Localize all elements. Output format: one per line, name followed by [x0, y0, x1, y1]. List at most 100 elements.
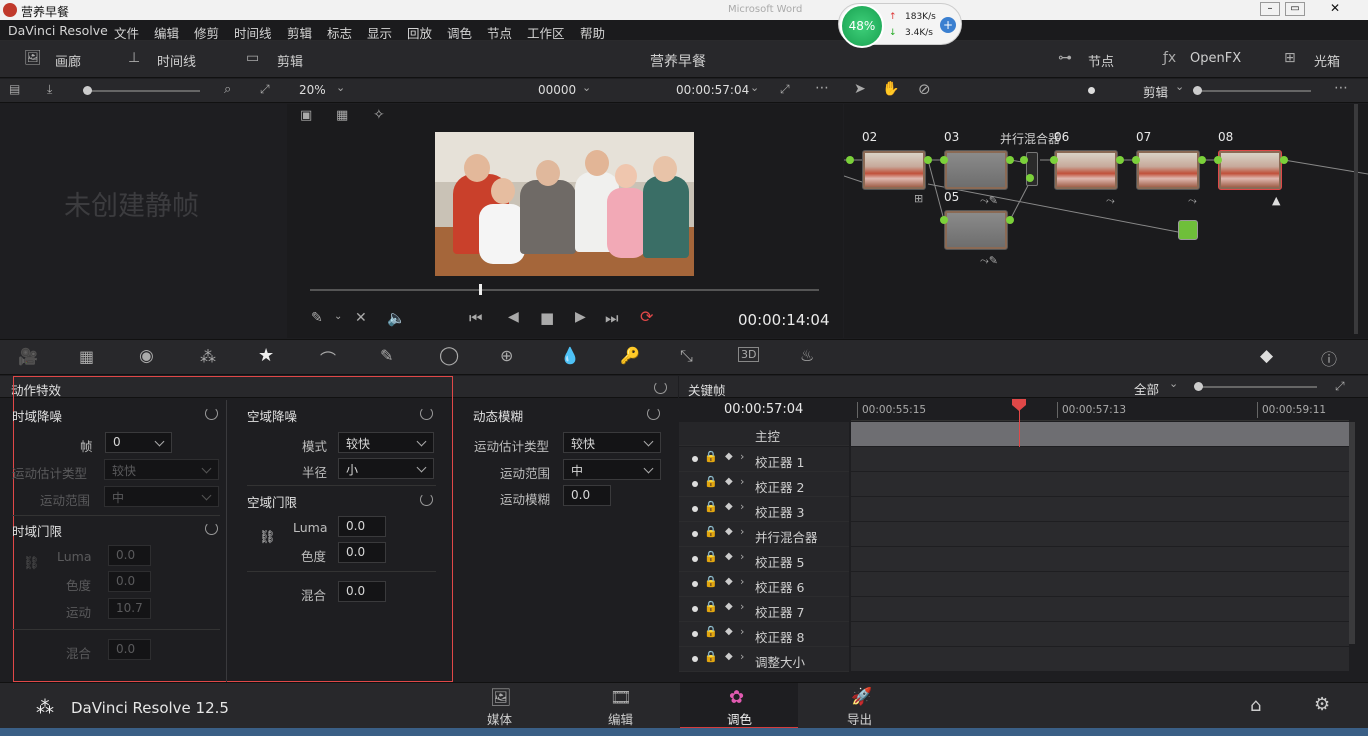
- expand-chevron-icon[interactable]: ›: [740, 650, 744, 663]
- maximize-button[interactable]: ▭: [1285, 2, 1305, 16]
- menu-color[interactable]: 调色: [447, 23, 472, 42]
- menu-clip[interactable]: 剪辑: [287, 23, 312, 42]
- diamond-tools-icon[interactable]: ◆: [1260, 346, 1273, 366]
- sizing-icon[interactable]: ⤡: [680, 346, 693, 366]
- keyframe-track-label[interactable]: 🔒 ◆ › 校正器 8: [679, 622, 849, 647]
- temporal-threshold-reset-icon[interactable]: [205, 522, 218, 535]
- stop-icon[interactable]: ■: [540, 309, 554, 327]
- motion-blur-input[interactable]: 0.0: [563, 485, 611, 506]
- edit-icon[interactable]: 🎞: [610, 688, 632, 708]
- lock-icon[interactable]: 🔒: [704, 650, 718, 663]
- node-editor-scrollbar[interactable]: [1354, 104, 1358, 334]
- menu-timeline[interactable]: 时间线: [234, 23, 272, 42]
- track-enable-dot-icon[interactable]: [692, 531, 698, 537]
- scrubber-track[interactable]: [310, 289, 819, 291]
- deliver-icon[interactable]: 🚀: [851, 687, 872, 707]
- keyframe-filter-select[interactable]: 全部: [1134, 379, 1159, 398]
- home-icon[interactable]: ⌂: [1250, 695, 1261, 716]
- keyframe-track[interactable]: [851, 547, 1349, 572]
- key-icon[interactable]: 🔑: [620, 346, 640, 365]
- keyframe-zoom-slider[interactable]: [1197, 386, 1317, 388]
- track-enable-dot-icon[interactable]: [692, 481, 698, 487]
- expand-chevron-icon[interactable]: ›: [740, 600, 744, 613]
- lock-icon[interactable]: 🔒: [704, 450, 718, 463]
- rgb-mixer-icon[interactable]: ⁂: [200, 347, 216, 366]
- track-enable-dot-icon[interactable]: [692, 606, 698, 612]
- eyedropper-chevron-down-icon[interactable]: ⌄: [334, 311, 342, 322]
- temporal-chroma-input[interactable]: 0.0: [108, 571, 151, 592]
- lightbox-icon[interactable]: ⊞: [1284, 50, 1296, 66]
- camera-raw-icon[interactable]: 🎥: [18, 347, 38, 366]
- filter-chevron-down-icon[interactable]: ⌄: [1169, 377, 1178, 390]
- lock-icon[interactable]: 🔒: [704, 475, 718, 488]
- viewer-more-icon[interactable]: ⋯: [815, 80, 829, 96]
- spatial-link-icon[interactable]: ⛓: [259, 530, 276, 545]
- blur-motion-type-select[interactable]: 较快: [563, 432, 661, 453]
- node-output-dot[interactable]: [1116, 156, 1124, 164]
- keyframe-track[interactable]: [851, 622, 1349, 647]
- nodes-more-icon[interactable]: ⋯: [1334, 80, 1348, 96]
- keyframe-diamond-icon[interactable]: ◆: [725, 626, 733, 637]
- tab-media[interactable]: 媒体: [487, 709, 512, 728]
- node-output-dot[interactable]: [924, 156, 932, 164]
- keyframe-track[interactable]: [851, 597, 1349, 622]
- window-icon[interactable]: ◯: [439, 345, 459, 366]
- sidebar-toggle-icon[interactable]: ▤: [9, 82, 20, 96]
- tab-color[interactable]: 调色: [727, 709, 752, 728]
- expand-chevron-icon[interactable]: ›: [740, 450, 744, 463]
- keyframe-track-label[interactable]: 🔒 ◆ › 校正器 3: [679, 497, 849, 522]
- minimize-button[interactable]: –: [1260, 2, 1280, 16]
- node-06[interactable]: [1054, 150, 1118, 190]
- gallery-zoom-slider[interactable]: [85, 90, 200, 92]
- color-wheels-icon[interactable]: ◉: [139, 346, 154, 366]
- master-track[interactable]: [851, 422, 1349, 446]
- tab-deliver[interactable]: 导出: [847, 709, 872, 728]
- spatial-chroma-input[interactable]: 0.0: [338, 542, 386, 563]
- tracker-icon[interactable]: ⊕: [500, 346, 513, 365]
- lock-icon[interactable]: 🔒: [704, 525, 718, 538]
- keyframe-track[interactable]: [851, 572, 1349, 597]
- tab-edit[interactable]: 编辑: [608, 709, 633, 728]
- spatial-radius-select[interactable]: 小: [338, 458, 434, 479]
- expand-chevron-icon[interactable]: ›: [740, 500, 744, 513]
- node-02[interactable]: [862, 150, 926, 190]
- keyframe-track[interactable]: [851, 522, 1349, 547]
- blur-icon[interactable]: 💧: [560, 346, 580, 365]
- node-08[interactable]: [1218, 150, 1282, 190]
- frames-select[interactable]: 0: [105, 432, 172, 453]
- menu-trim[interactable]: 修剪: [194, 23, 219, 42]
- node-05[interactable]: [944, 210, 1008, 250]
- blur-motion-range-select[interactable]: 中: [563, 459, 661, 480]
- keyframe-track-label[interactable]: 🔒 ◆ › 并行混合器: [679, 522, 849, 547]
- import-icon[interactable]: ⤓: [47, 82, 52, 97]
- temporal-nr-reset-icon[interactable]: [205, 407, 218, 420]
- node-input-dot[interactable]: [1214, 156, 1222, 164]
- gallery-zoom-handle[interactable]: [83, 86, 92, 95]
- menu-workspace[interactable]: 工作区: [527, 23, 565, 42]
- lock-icon[interactable]: 🔒: [704, 600, 718, 613]
- nodes-button[interactable]: 节点: [1088, 51, 1114, 70]
- node-output-dot[interactable]: [1280, 156, 1288, 164]
- stereo-3d-icon[interactable]: 3D: [738, 347, 760, 362]
- keyframe-track[interactable]: [851, 472, 1349, 497]
- temporal-blend-input[interactable]: 0.0: [108, 639, 151, 660]
- node-output-dot[interactable]: [846, 156, 854, 164]
- expand-chevron-icon[interactable]: ›: [740, 575, 744, 588]
- play-reverse-icon[interactable]: ◀: [508, 309, 519, 325]
- node-output-dot[interactable]: [1026, 174, 1034, 182]
- keyframe-diamond-icon[interactable]: ◆: [725, 601, 733, 612]
- keyframe-diamond-icon[interactable]: ◆: [725, 551, 733, 562]
- keyframe-track-label[interactable]: 🔒 ◆ › 校正器 6: [679, 572, 849, 597]
- node-input-dot[interactable]: [940, 156, 948, 164]
- spatial-threshold-reset-icon[interactable]: [420, 493, 433, 506]
- track-enable-dot-icon[interactable]: [692, 556, 698, 562]
- timecode-in-chevron-down-icon[interactable]: ⌄: [582, 81, 591, 94]
- keyframe-diamond-icon[interactable]: ◆: [725, 526, 733, 537]
- menu-nodes[interactable]: 节点: [487, 23, 512, 42]
- expand-chevron-icon[interactable]: ›: [740, 550, 744, 563]
- fullscreen-icon[interactable]: ⤢: [780, 82, 790, 97]
- menu-edit[interactable]: 编辑: [154, 23, 179, 42]
- timecode-out[interactable]: 00:00:57:04: [676, 83, 749, 97]
- zoom-select[interactable]: 20%: [299, 83, 326, 97]
- openfx-icon[interactable]: ƒx: [1163, 50, 1176, 66]
